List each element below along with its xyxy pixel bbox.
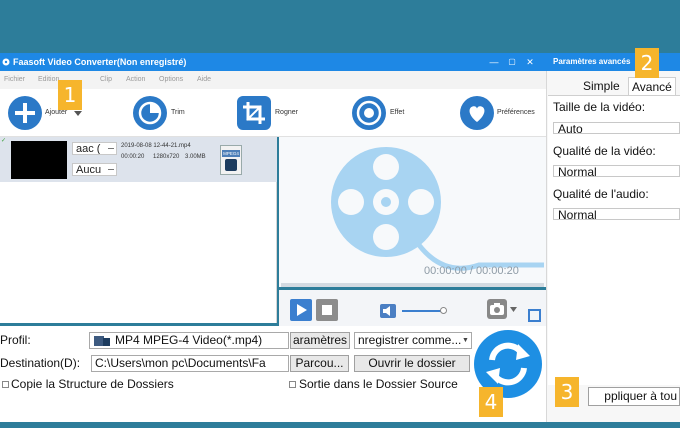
video-size-label: Taille de la vidéo: (553, 100, 646, 114)
parameters-button[interactable]: aramètres (290, 332, 350, 349)
playback-time: 00:00:00 / 00:00:20 (424, 265, 519, 277)
output-source-label: Sortie dans le Dossier Source (299, 377, 458, 391)
app-icon (2, 58, 10, 66)
apply-to-all-button[interactable]: ppliquer à tou (588, 387, 680, 406)
add-icon[interactable] (8, 96, 42, 130)
video-thumbnail (11, 141, 67, 179)
file-checkbox[interactable]: ✓ (1, 138, 7, 144)
subtitle-select[interactable]: Aucu (72, 163, 117, 176)
file-duration: 00:00:20 (121, 154, 145, 160)
effect-icon[interactable] (352, 96, 386, 130)
menu-clip[interactable]: Clip (100, 76, 112, 83)
browse-button[interactable]: Parcou... (290, 355, 349, 372)
profile-value: MP4 MPEG-4 Video(*.mp4) (115, 333, 263, 347)
menu-options[interactable]: Options (159, 76, 183, 83)
effect-button-label[interactable]: Effet (390, 109, 404, 116)
step-marker-3: 3 (555, 377, 579, 407)
volume-icon[interactable] (380, 304, 396, 318)
tab-simple[interactable]: Simple (583, 77, 620, 95)
settings-content (548, 95, 680, 385)
crop-icon[interactable] (237, 96, 271, 130)
format-badge: MPEG4 (222, 150, 240, 157)
copy-structure-label: Copie la Structure de Dossiers (11, 377, 174, 391)
audio-track-select[interactable]: aac ( (72, 142, 117, 155)
play-icon (297, 304, 307, 316)
open-folder-button[interactable]: Ouvrir le dossier (354, 355, 470, 372)
stop-icon (322, 305, 332, 315)
profile-label: Profil: (0, 333, 31, 347)
trim-icon[interactable] (133, 96, 167, 130)
menu-aide[interactable]: Aide (197, 76, 211, 83)
window-title: Faasoft Video Converter(Non enregistré) (13, 57, 187, 67)
preferences-button-label[interactable]: Préférences (497, 109, 535, 116)
file-resolution: 1280x720 (153, 154, 180, 160)
crop-button-label[interactable]: Rogner (275, 109, 298, 116)
tab-advanced[interactable]: Avancé (628, 77, 676, 95)
step-marker-1: 1 (58, 80, 82, 110)
video-size-select[interactable]: Auto (553, 122, 680, 134)
menu-action[interactable]: Action (126, 76, 145, 83)
profile-select[interactable]: MP4 MPEG-4 Video(*.mp4) (89, 332, 289, 349)
chevron-down-icon: ▼ (461, 336, 470, 345)
bottom-border (0, 422, 680, 428)
file-size: 3.00MB (185, 154, 206, 160)
video-quality-label: Qualité de la vidéo: (553, 144, 656, 158)
close-button[interactable]: ✕ (520, 53, 540, 71)
trim-button-label[interactable]: Trim (171, 109, 185, 116)
settings-title: Paramètres avancés (546, 53, 680, 71)
add-dropdown-arrow-icon[interactable] (74, 111, 82, 116)
copy-structure-checkbox[interactable] (2, 381, 9, 388)
snapshot-camera-icon[interactable] (487, 299, 507, 319)
output-source-checkbox[interactable] (289, 381, 296, 388)
stop-button[interactable] (316, 299, 338, 321)
mpeg4-file-icon: MPEG4 (220, 145, 242, 175)
menu-edition[interactable]: Edition (38, 76, 59, 83)
seek-bar[interactable] (281, 283, 544, 287)
audio-quality-label: Qualité de l'audio: (553, 187, 649, 201)
menu-fichier[interactable]: Fichier (4, 76, 25, 83)
step-marker-2: 2 (635, 48, 659, 78)
settings-tabs: Simple Avancé (546, 77, 680, 95)
window-titlebar: Faasoft Video Converter(Non enregistré) (0, 53, 546, 71)
add-button-label[interactable]: Ajouter (45, 109, 67, 116)
save-as-select[interactable]: nregistrer comme... ▼ (354, 332, 472, 349)
audio-quality-select[interactable]: Normal (553, 208, 680, 220)
play-button[interactable] (290, 299, 312, 321)
volume-slider-handle[interactable] (440, 307, 447, 314)
destination-label: Destination(D): (0, 356, 81, 370)
step-marker-4: 4 (479, 387, 503, 417)
fullscreen-icon[interactable] (528, 309, 541, 322)
file-name: 2019-08-08 12-44-21.mp4 (121, 143, 191, 149)
video-format-icon (94, 336, 110, 346)
video-quality-select[interactable]: Normal (553, 165, 680, 177)
volume-slider[interactable] (402, 310, 444, 312)
maximize-button[interactable]: ▢ (502, 53, 522, 71)
destination-input[interactable]: C:\Users\mon pc\Documents\Fa (91, 355, 289, 372)
snapshot-dropdown-arrow-icon[interactable] (510, 307, 517, 312)
save-as-label: nregistrer comme... (358, 333, 462, 347)
minimize-button[interactable]: — (484, 53, 504, 71)
heart-icon[interactable] (460, 96, 494, 130)
